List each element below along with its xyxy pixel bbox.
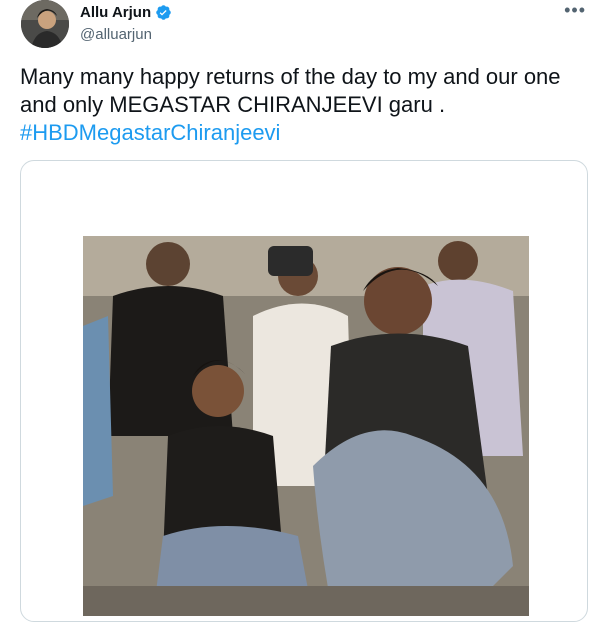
hashtag-link[interactable]: #HBDMegastarChiranjeevi <box>20 120 280 145</box>
verified-badge-icon <box>156 5 171 20</box>
author-handle[interactable]: @alluarjun <box>80 26 152 43</box>
tweet-body: Many many happy returns of the day to my… <box>20 64 561 117</box>
tweet-photo[interactable] <box>83 236 529 616</box>
tweet-text: Many many happy returns of the day to my… <box>20 63 580 147</box>
more-options-icon[interactable]: ••• <box>564 0 586 21</box>
author-display-name[interactable]: Allu Arjun <box>80 4 151 21</box>
author-name-row: Allu Arjun <box>80 4 172 21</box>
avatar[interactable] <box>21 0 69 48</box>
media-card[interactable] <box>20 160 588 622</box>
avatar-image <box>21 0 69 48</box>
photo-image <box>83 236 529 616</box>
